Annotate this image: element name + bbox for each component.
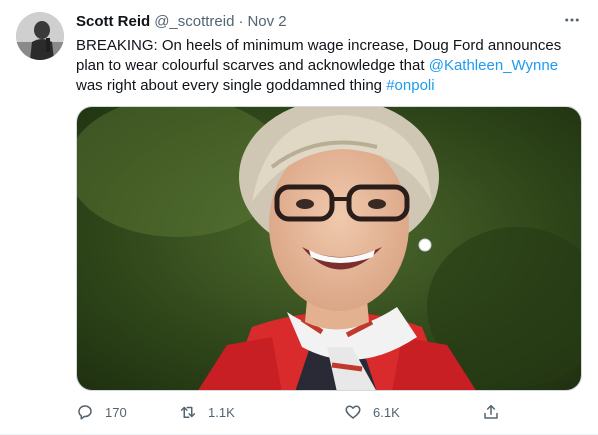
author-handle[interactable]: @_scottreid [154, 12, 234, 32]
share-icon [482, 403, 500, 421]
retweet-button[interactable]: 1.1K [179, 403, 235, 421]
tweet[interactable]: Scott Reid @_scottreid · Nov 2 BREAKING:… [0, 0, 598, 435]
share-button[interactable] [482, 403, 500, 421]
avatar[interactable] [16, 12, 64, 60]
retweet-count: 1.1K [208, 404, 235, 420]
more-horizontal-icon [563, 11, 581, 34]
author-display-name[interactable]: Scott Reid [76, 12, 150, 32]
tweet-header: Scott Reid @_scottreid · Nov 2 [76, 12, 582, 32]
tweet-text-part2: was right about every single goddamned t… [76, 77, 387, 94]
like-count: 6.1K [373, 404, 400, 420]
heart-icon [344, 403, 362, 421]
retweet-icon [179, 403, 197, 421]
tweet-photo[interactable] [76, 106, 582, 391]
tweet-actions: 170 1.1K 6.1K [76, 400, 506, 424]
hashtag-link[interactable]: #onpoli [386, 77, 434, 94]
separator-dot: · [238, 13, 244, 30]
mention-link[interactable]: @Kathleen_Wynne [429, 57, 558, 74]
like-button[interactable]: 6.1K [344, 403, 400, 421]
tweet-text: BREAKING: On heels of minimum wage incre… [76, 36, 576, 96]
reply-button[interactable]: 170 [76, 403, 127, 421]
reply-count: 170 [105, 404, 127, 420]
more-options-button[interactable] [562, 12, 582, 32]
reply-icon [76, 403, 94, 421]
tweet-date[interactable]: Nov 2 [247, 12, 286, 32]
